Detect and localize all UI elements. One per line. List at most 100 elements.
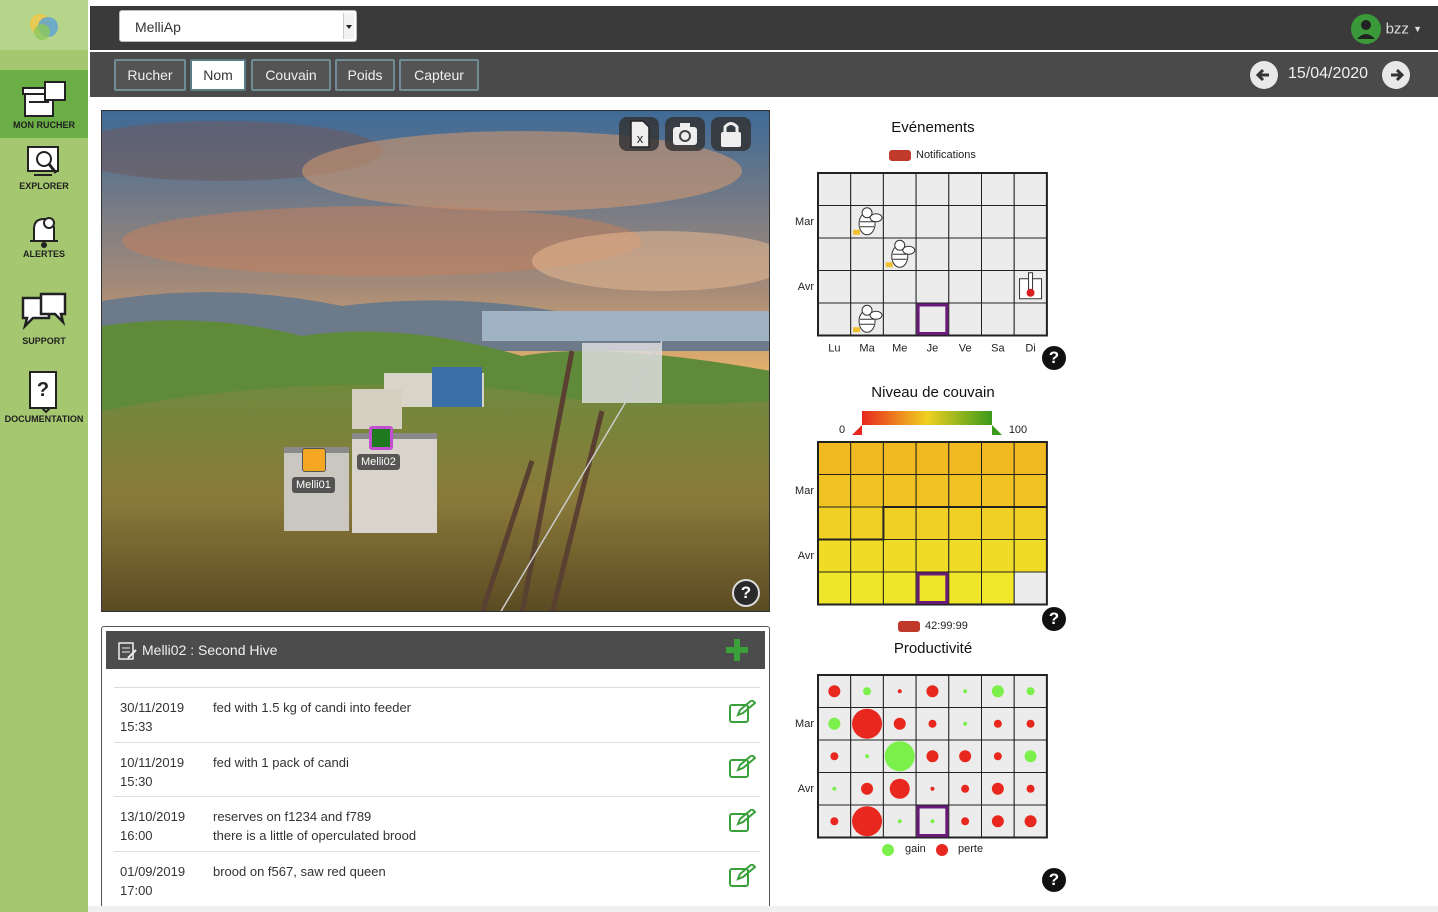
grid-cell — [817, 441, 852, 475]
log-entry-text: reserves on f1234 and f789 there is a lit… — [213, 807, 416, 845]
gain-bubble — [1024, 750, 1037, 763]
grid-cell — [1013, 441, 1048, 475]
arrow-right-icon[interactable] — [1382, 61, 1410, 89]
log-line: brood on f567, saw red queen — [213, 863, 386, 879]
thermometer-bulb — [1026, 288, 1035, 297]
gain-bubble — [963, 721, 968, 726]
productivity-chart: Mar Avr — [795, 674, 1048, 839]
grid-cell — [915, 172, 950, 206]
grid-cell — [915, 474, 950, 508]
gain-bubble — [1026, 687, 1035, 696]
loss-bubble — [852, 708, 883, 739]
grid-cell — [817, 539, 852, 573]
app-logo[interactable] — [0, 0, 88, 50]
help-icon[interactable]: ? — [1042, 868, 1066, 892]
log-entry-date: 10/11/2019 15:30 — [120, 753, 184, 791]
loss-legend-label: perte — [958, 843, 984, 855]
log-entry: 30/11/2019 15:33 fed with 1.5 kg of candi … — [114, 687, 760, 742]
tab-poids[interactable]: Poids — [335, 59, 395, 91]
grid-cell — [948, 506, 983, 540]
edit-icon[interactable] — [728, 809, 756, 833]
nav-label: DOCUMENTATION — [4, 414, 84, 424]
loss-bubble — [991, 815, 1004, 828]
loss-bubble — [828, 685, 841, 698]
bottom-strip — [88, 906, 1438, 912]
day-label: Je — [927, 343, 939, 355]
tab-couvain[interactable]: Couvain — [251, 59, 331, 91]
hive-log-panel: Melli02 : Second Hive 30/11/2019 15:33 fed… — [101, 626, 770, 912]
help-icon[interactable]: ? — [1042, 607, 1066, 631]
nav-documentation[interactable]: ? DOCUMENTATION — [0, 370, 88, 432]
row-label: Avr — [798, 550, 815, 562]
day-label: Di — [1025, 343, 1035, 355]
hive-marker-label: Melli02 — [357, 454, 400, 470]
grid-cell — [948, 205, 983, 239]
legend-swatch — [889, 150, 911, 161]
tab-capteur[interactable]: Capteur — [399, 59, 479, 91]
loss-bubble — [830, 817, 839, 826]
nav-support[interactable]: SUPPORT — [0, 292, 88, 352]
nav-mon-rucher[interactable]: MON RUCHER — [0, 70, 88, 138]
loss-bubble — [961, 817, 970, 826]
camera-icon[interactable] — [665, 117, 705, 151]
grid-cell — [850, 441, 884, 475]
grid-cell — [948, 237, 983, 271]
hive-marker-melli02[interactable] — [369, 426, 393, 450]
documentation-icon: ? — [29, 371, 57, 414]
grid-cell — [981, 270, 1015, 304]
grid-cell — [1013, 237, 1048, 271]
add-entry-icon[interactable] — [725, 638, 749, 662]
tab-nom[interactable]: Nom — [190, 59, 246, 91]
loss-bubble — [926, 750, 939, 763]
grid-cell — [948, 302, 983, 336]
row-label: Mar — [795, 718, 814, 730]
hive-icon — [22, 81, 66, 117]
excel-export-icon[interactable]: x — [619, 117, 659, 151]
edit-icon[interactable] — [728, 700, 756, 724]
log-line: fed with 1.5 kg of candi into feeder — [213, 700, 412, 715]
apiary-photo[interactable]: x Melli01 Melli02 ? — [101, 110, 770, 612]
events-chart: Mar Avr Lu Ma Me Je Ve Sa Di — [795, 172, 1048, 355]
apiary-select[interactable]: MelliAp — [119, 10, 357, 42]
gain-bubble — [897, 819, 902, 824]
grid-cell — [1013, 506, 1048, 540]
svg-text:x: x — [637, 131, 644, 146]
grid-cell — [981, 474, 1015, 508]
nav-alertes[interactable]: ALERTES — [0, 213, 88, 273]
chevron-down-icon: ▼ — [1413, 24, 1422, 34]
scale-min-label: 0 — [839, 424, 845, 436]
legend-swatch — [898, 621, 920, 632]
alert-bell-icon — [30, 217, 58, 248]
bee-wing — [869, 310, 883, 320]
grid-cell — [915, 270, 950, 304]
loss-bubble — [830, 752, 839, 761]
grid-cell — [882, 506, 917, 540]
loss-bubble — [1026, 719, 1035, 728]
nav-explorer[interactable]: EXPLORER — [0, 145, 88, 205]
user-menu[interactable]: bzz ▼ — [1351, 14, 1422, 44]
grid-cell — [850, 506, 884, 540]
grid-cell — [915, 441, 950, 475]
hive-log-title: Melli02 : Second Hive — [142, 642, 278, 658]
help-icon[interactable]: ? — [732, 579, 760, 607]
honey-pot — [853, 327, 861, 333]
brood-chart-title: Niveau de couvain — [871, 384, 995, 401]
log-date: 13/10/2019 — [120, 809, 186, 824]
gain-bubble — [884, 741, 915, 772]
gain-bubble — [930, 819, 935, 824]
edit-icon[interactable] — [728, 863, 756, 888]
loss-bubble — [889, 778, 910, 799]
arrow-left-icon[interactable] — [1250, 61, 1278, 89]
gain-legend-dot — [882, 844, 894, 856]
tab-rucher[interactable]: Rucher — [114, 59, 186, 91]
log-time: 16:00 — [120, 828, 153, 843]
scale-max-label: 100 — [1009, 424, 1027, 436]
lock-icon[interactable] — [711, 117, 751, 151]
loss-legend-dot — [936, 844, 948, 856]
help-icon[interactable]: ? — [1042, 346, 1066, 370]
chevron-down-icon[interactable] — [343, 13, 354, 39]
hive-marker-melli01[interactable] — [302, 448, 326, 472]
logo-icon — [30, 14, 58, 40]
edit-icon[interactable] — [728, 754, 756, 779]
grid-cell — [882, 441, 917, 475]
